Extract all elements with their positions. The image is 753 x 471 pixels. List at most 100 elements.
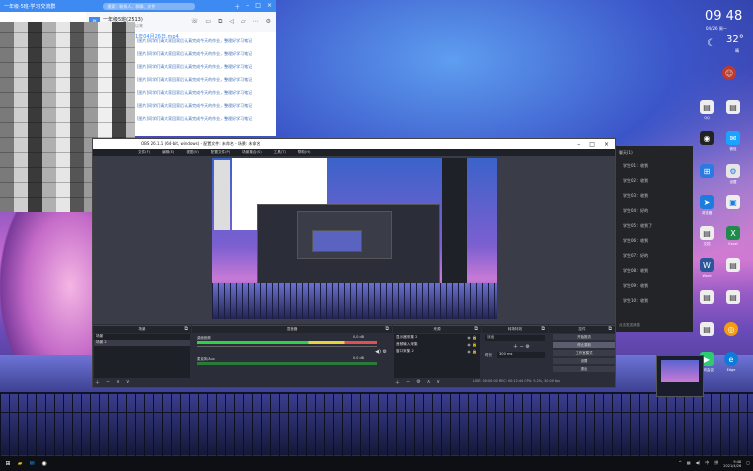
ime-mode-indicator[interactable]: 拼 xyxy=(714,460,718,468)
add-source-button[interactable]: ＋ xyxy=(395,379,400,386)
chat-search-input[interactable]: 搜索：联系人、群聊、文件 xyxy=(103,2,196,10)
speaker-icon[interactable]: ◀) ⚙ xyxy=(375,349,387,355)
add-icon[interactable]: ＋ xyxy=(234,2,240,11)
settings-app-icon[interactable]: ⚙ xyxy=(726,164,740,178)
mini-video-window[interactable] xyxy=(656,355,704,397)
ime-indicator[interactable]: 中 xyxy=(705,460,709,468)
phone-icon[interactable]: ☏ xyxy=(191,18,199,26)
document-icon[interactable]: ▤ xyxy=(700,226,714,240)
obs-icon[interactable]: ◉ xyxy=(40,460,48,468)
dock-settings-icon[interactable]: ⧉ xyxy=(474,326,478,333)
notification-icon[interactable]: ▢ xyxy=(746,460,750,468)
minimize-icon[interactable]: – xyxy=(577,141,580,148)
chat-message[interactable]: [图片]同学们请大家回家后认真完成今天的作业，整理好学习笔记 xyxy=(135,73,276,86)
chat-message[interactable]: [图片]同学们请大家回家后认真完成今天的作业，整理好学习笔记 xyxy=(135,60,276,73)
file-explorer-icon[interactable]: ▰ xyxy=(16,460,24,468)
video-icon[interactable]: ▭ xyxy=(205,18,211,26)
menu-tools[interactable]: 工具(T) xyxy=(274,150,286,155)
network-icon[interactable]: ▦ xyxy=(687,460,691,468)
source-item[interactable]: 显示器采集 2 ◉ 🔒 xyxy=(394,334,480,341)
spreadsheet-icon[interactable]: X xyxy=(726,226,740,240)
mixer-body: 桌面音频 0.0 dB ◀) ⚙ 麦克风/Aux 0.0 dB xyxy=(193,334,391,378)
add-scene-button[interactable]: ＋ xyxy=(95,379,100,386)
side-chat-input[interactable]: 点击发送消息 xyxy=(619,323,640,328)
eye-icon[interactable]: ◉ 🔒 xyxy=(467,349,480,354)
menu-view[interactable]: 视图(V) xyxy=(186,150,198,155)
more-icon[interactable]: ⋯ xyxy=(253,18,259,26)
chat-app-icon[interactable]: ✉ xyxy=(28,460,36,468)
scene-item[interactable]: 场景 2 xyxy=(94,340,190,346)
obs-preview-canvas[interactable] xyxy=(212,158,497,319)
chat-message[interactable]: [图片]同学们请大家回家后认真完成今天的作业，整理好学习笔记 xyxy=(135,86,276,99)
start-icon[interactable]: ⊞ xyxy=(4,460,12,468)
minimize-icon[interactable]: – xyxy=(246,2,249,11)
eye-icon[interactable]: ◉ 🔒 xyxy=(467,335,480,340)
dock-settings-icon[interactable]: ⧉ xyxy=(541,326,545,333)
studio-mode-button[interactable]: 工作室模式 xyxy=(553,350,615,356)
maximize-icon[interactable]: □ xyxy=(255,2,261,11)
move-up-button[interactable]: ∧ xyxy=(427,379,431,386)
exit-button[interactable]: 退出 xyxy=(553,366,615,372)
chat-message[interactable]: [图片]同学们请大家回家后认真完成今天的作业，整理好学习笔记 xyxy=(135,47,276,60)
source-item[interactable]: 窗口采集 2 ◉ 🔒 xyxy=(394,348,480,355)
settings-button[interactable]: 设置 xyxy=(553,358,615,364)
menu-scene-collection[interactable]: 场景集合(S) xyxy=(242,150,261,155)
close-icon[interactable]: × xyxy=(604,141,609,148)
remove-source-button[interactable]: − xyxy=(406,379,410,386)
menu-profile[interactable]: 配置文件(P) xyxy=(211,150,230,155)
menu-edit[interactable]: 编辑(E) xyxy=(162,150,174,155)
move-up-button[interactable]: ∧ xyxy=(116,379,120,386)
avatar-icon[interactable]: ☺ xyxy=(722,66,736,80)
mixer-volume-slider[interactable] xyxy=(197,346,377,347)
folder-icon[interactable]: ▱ xyxy=(241,18,246,26)
taskbar-clock[interactable]: 9:48 2021/4/26 xyxy=(723,460,741,468)
document-icon[interactable]: ▤ xyxy=(700,322,714,336)
move-down-button[interactable]: ∨ xyxy=(436,379,440,386)
chat-message[interactable]: [图片]同学们请大家回家后认真完成今天的作业，整理好学习笔记 xyxy=(135,112,276,125)
volume-icon[interactable]: ◀) xyxy=(696,460,701,468)
speaker-icon[interactable]: ◁ xyxy=(229,18,234,26)
source-item[interactable]: 音频输入采集 ◉ 🔒 xyxy=(394,341,480,348)
document-icon[interactable]: ▤ xyxy=(726,258,740,272)
start-streaming-button[interactable]: 开始推流 xyxy=(553,334,615,340)
dock-settings-icon[interactable]: ⧉ xyxy=(608,326,612,333)
dock-settings-icon[interactable]: ⧉ xyxy=(184,326,188,333)
transition-select[interactable]: 淡出 xyxy=(485,335,545,341)
edge-icon[interactable]: e xyxy=(724,352,738,366)
windows-icon[interactable]: ⊞ xyxy=(700,164,714,178)
screen-share-icon[interactable]: ⧉ xyxy=(218,18,222,26)
media-player-icon[interactable]: ◎ xyxy=(724,322,738,336)
stop-recording-button[interactable]: 停止录制 xyxy=(553,342,615,348)
document-icon[interactable]: ▤ xyxy=(726,290,740,304)
browser-icon[interactable]: ➤ xyxy=(700,195,714,209)
add-transition-button[interactable]: ＋ − ⚙ xyxy=(513,343,530,350)
record-icon[interactable]: ◉ xyxy=(700,131,714,145)
document-icon[interactable]: ▤ xyxy=(726,100,740,114)
chat-message[interactable]: [图片]同学们请大家回家后认真完成今天的作业，整理好学习笔记 xyxy=(135,99,276,112)
tray-overflow-icon[interactable]: ^ xyxy=(678,460,681,468)
side-chat-row: 学生04：好的 xyxy=(623,208,649,213)
obs-status-bar: LIVE: 00:00:00 REC: 00:12:44 CPU: 5.2%, … xyxy=(473,379,561,383)
source-settings-icon[interactable]: ⚙ xyxy=(416,379,420,386)
document-icon[interactable]: ▤ xyxy=(700,100,714,114)
dock-settings-icon[interactable]: ⧉ xyxy=(385,326,389,333)
settings-icon[interactable]: ⚙ xyxy=(266,18,271,26)
preview-sidebar xyxy=(214,160,230,230)
remove-scene-button[interactable]: − xyxy=(106,379,110,386)
document-icon[interactable]: ▤ xyxy=(700,290,714,304)
menu-file[interactable]: 文件(F) xyxy=(138,150,150,155)
word-icon[interactable]: W xyxy=(700,258,714,272)
obs-window[interactable]: OBS 26.1.1 (64-bit, windows) - 配置文件: 未命名… xyxy=(92,138,616,388)
close-icon[interactable]: × xyxy=(267,2,272,11)
chat-message[interactable]: [图片]同学们请大家回家后认真完成今天的作业，整理好学习笔记 xyxy=(135,34,276,47)
side-chat-panel[interactable]: 聊天(1) 学生01：收到 学生02：收到 学生03：收到 学生04：好的 学生… xyxy=(615,146,693,332)
move-down-button[interactable]: ∨ xyxy=(126,379,130,386)
menu-help[interactable]: 帮助(H) xyxy=(298,150,311,155)
side-chat-row: 学生09：收到 xyxy=(623,283,649,288)
maximize-icon[interactable]: □ xyxy=(589,141,595,148)
eye-icon[interactable]: ◉ 🔒 xyxy=(467,342,480,347)
app-icon[interactable]: ▣ xyxy=(726,195,740,209)
side-chat-row: 学生01：收到 xyxy=(623,163,649,168)
duration-input[interactable]: 300 ms xyxy=(497,352,545,358)
chat-app-icon[interactable]: ✉ xyxy=(726,131,740,145)
